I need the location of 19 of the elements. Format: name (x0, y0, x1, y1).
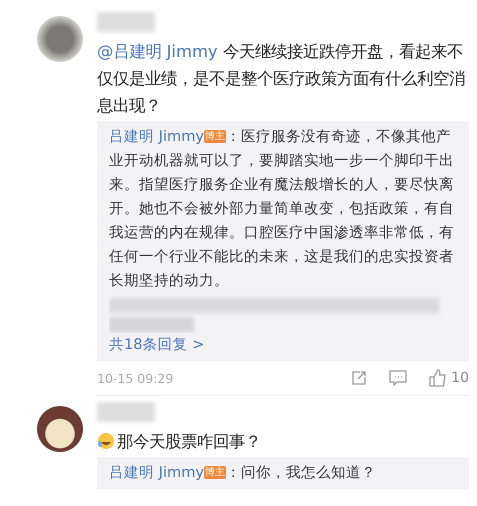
author-link[interactable]: 吕建明 Jimmy (109, 128, 204, 145)
like-count: 10 (451, 370, 469, 386)
more-replies-link[interactable]: 共18条回复 > (109, 333, 204, 357)
blurred-username (97, 402, 155, 422)
author-badge: 博主 (204, 130, 226, 143)
author-badge: 博主 (204, 466, 226, 479)
comment-text: @吕建明 Jimmy 今天继续接近跌停开盘，看起来不仅仅是业绩，是不是整个医疗政策方面有什么利空消息出现？ (97, 41, 466, 117)
thumbs-up-icon[interactable] (429, 369, 448, 387)
reply-text: 吕建明 Jimmy博主：问你，我怎么知道？ (109, 463, 378, 483)
avatar[interactable] (37, 406, 83, 452)
timestamp: 10-15 09:29 (97, 370, 174, 386)
reply-text: 吕建明 Jimmy博主：医疗服务没有奇迹，不像其他产业开动机器就可以了，要脚踏实地一步一个脚印干出来。指望医疗服务企业有魔法般增长的人，要尽快离开。她也不会被外部力量简单改变，包括政策，有自我运营的内在规律。口腔医疗中国渗透率非常低，有任何一个行业不能比的未来，这是我们的忠实投资者长期坚持的动力。 (109, 127, 455, 291)
mention-link[interactable]: @吕建明 Jimmy (97, 42, 218, 61)
comment-text: 那今天股票咋回事？ (97, 428, 469, 455)
comment-icon[interactable] (389, 370, 408, 386)
share-icon[interactable] (351, 370, 368, 386)
avatar[interactable] (37, 16, 83, 62)
blurred-username (97, 12, 155, 32)
author-link[interactable]: 吕建明 Jimmy (109, 464, 204, 481)
